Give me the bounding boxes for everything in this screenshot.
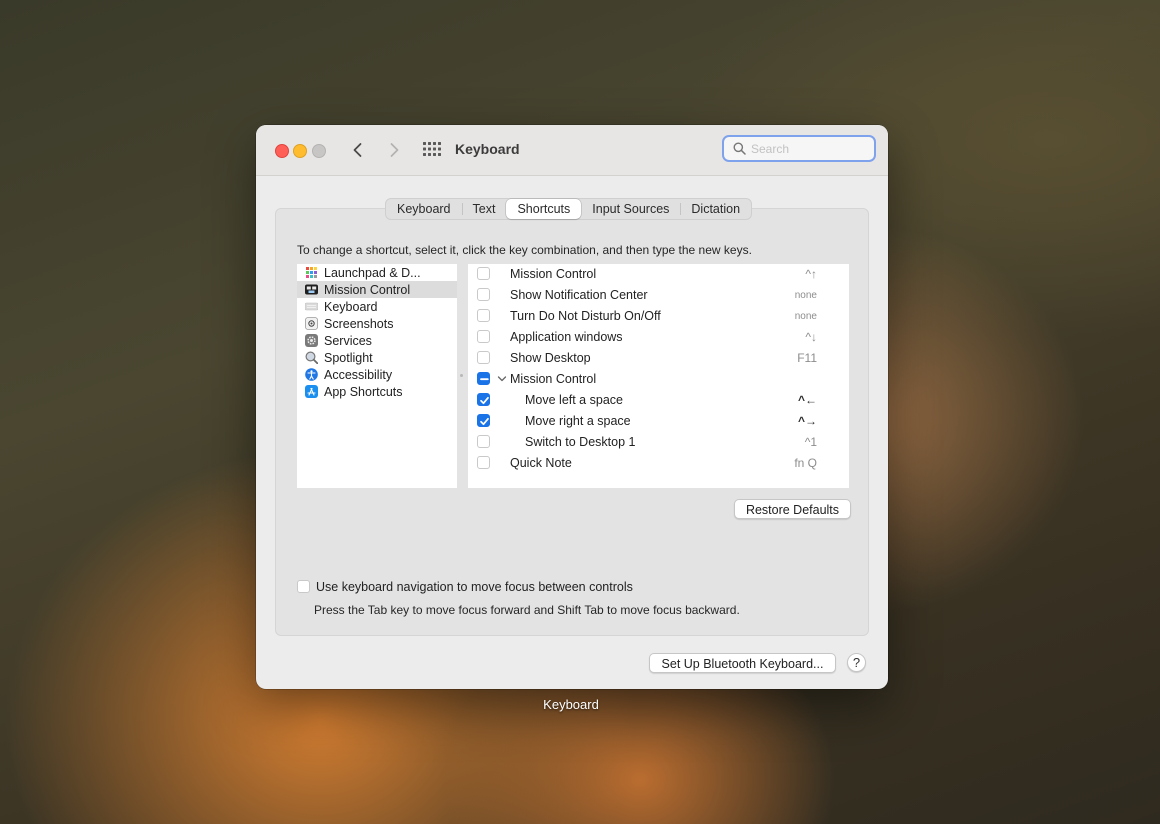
shortcut-key[interactable]: ^→: [798, 414, 817, 428]
tab-dictation[interactable]: Dictation: [680, 199, 751, 219]
search-icon: [733, 142, 746, 155]
accessibility-icon: [305, 368, 318, 381]
category-label: Services: [324, 333, 372, 348]
keyboard-navigation-checkbox[interactable]: [297, 580, 310, 593]
category-keyboard[interactable]: Keyboard: [297, 298, 457, 315]
shortcut-checkbox[interactable]: [477, 393, 490, 406]
keyboard-preferences-window: Keyboard Keyboard Text Shortcuts Input S…: [256, 125, 888, 689]
forward-button[interactable]: [383, 139, 405, 161]
shortcut-label: Mission Control: [510, 372, 597, 386]
keyboard-navigation-help: Press the Tab key to move focus forward …: [314, 603, 740, 617]
shortcut-checkbox[interactable]: [477, 435, 490, 448]
shortcut-label: Mission Control: [510, 267, 597, 281]
close-button[interactable]: [275, 144, 289, 158]
category-label: Spotlight: [324, 350, 373, 365]
minimize-button[interactable]: [293, 144, 307, 158]
category-mission-control[interactable]: Mission Control: [297, 281, 457, 298]
tab-keyboard[interactable]: Keyboard: [386, 199, 462, 219]
category-label: Keyboard: [324, 299, 378, 314]
tab-shortcuts[interactable]: Shortcuts: [506, 199, 582, 219]
zoom-button[interactable]: [312, 144, 326, 158]
shortcut-key[interactable]: ^←: [798, 393, 817, 407]
category-accessibility[interactable]: Accessibility: [297, 366, 457, 383]
shortcut-label: Turn Do Not Disturb On/Off: [510, 309, 661, 323]
shortcut-label: Move left a space: [525, 393, 623, 407]
category-label: Launchpad & D...: [324, 265, 421, 280]
group-checkbox[interactable]: [477, 372, 490, 385]
tab-bar: Keyboard Text Shortcuts Input Sources Di…: [385, 198, 753, 220]
shortcut-checkbox[interactable]: [477, 330, 490, 343]
category-label: Accessibility: [324, 367, 393, 382]
shortcut-label: Switch to Desktop 1: [525, 435, 636, 449]
gear-icon: [305, 334, 318, 347]
category-label: Screenshots: [324, 316, 394, 331]
shortcut-checkbox[interactable]: [477, 351, 490, 364]
show-all-grid-icon[interactable]: [422, 141, 442, 157]
shortcut-checkbox[interactable]: [477, 267, 490, 280]
category-label: App Shortcuts: [324, 384, 403, 399]
shortcut-label: Show Desktop: [510, 351, 591, 365]
shortcut-row[interactable]: Application windows ^↓: [468, 327, 849, 348]
keyboard-navigation-label[interactable]: Use keyboard navigation to move focus be…: [316, 580, 633, 594]
restore-defaults-button[interactable]: Restore Defaults: [734, 499, 851, 519]
tab-text[interactable]: Text: [461, 199, 507, 219]
keyboard-icon: [304, 300, 319, 313]
shortcut-row[interactable]: Move right a space ^→: [468, 411, 849, 432]
shortcut-label: Application windows: [510, 330, 623, 344]
shortcut-checkbox[interactable]: [477, 456, 490, 469]
launchpad-icon: [305, 266, 318, 279]
dock-app-label: Keyboard: [543, 697, 599, 712]
shortcut-checkbox[interactable]: [477, 309, 490, 322]
shortcut-label: Quick Note: [510, 456, 572, 470]
shortcut-row[interactable]: Show Desktop F11: [468, 348, 849, 369]
shortcut-row[interactable]: Quick Note fn Q: [468, 453, 849, 474]
shortcut-label: Move right a space: [525, 414, 631, 428]
shortcut-key[interactable]: ^↑: [805, 267, 817, 281]
shortcut-row[interactable]: Turn Do Not Disturb On/Off none: [468, 306, 849, 327]
shortcut-key[interactable]: fn Q: [794, 456, 817, 470]
search-input[interactable]: [751, 140, 871, 158]
shortcut-list: Mission Control ^↑ Show Notification Cen…: [468, 264, 849, 488]
shortcut-row[interactable]: Show Notification Center none: [468, 285, 849, 306]
shortcut-label: Show Notification Center: [510, 288, 648, 302]
app-store-icon: [305, 385, 318, 398]
shortcut-checkbox[interactable]: [477, 288, 490, 301]
disclosure-chevron-icon[interactable]: [497, 375, 507, 383]
screenshot-icon: [305, 317, 318, 330]
back-button[interactable]: [347, 139, 369, 161]
search-field[interactable]: [722, 135, 876, 162]
shortcut-row[interactable]: Switch to Desktop 1 ^1: [468, 432, 849, 453]
shortcut-key[interactable]: ^↓: [805, 330, 817, 344]
shortcut-row[interactable]: Mission Control ^↑: [468, 264, 849, 285]
titlebar: Keyboard: [256, 125, 888, 176]
window-title: Keyboard: [455, 141, 520, 157]
tab-input-sources[interactable]: Input Sources: [581, 199, 680, 219]
mission-control-icon: [305, 283, 318, 296]
category-list: Launchpad & D... Mission Control Keyboar…: [297, 264, 457, 488]
category-label: Mission Control: [324, 282, 411, 297]
shortcut-key[interactable]: none: [795, 311, 817, 322]
help-button[interactable]: ?: [847, 653, 866, 672]
category-services[interactable]: Services: [297, 332, 457, 349]
instructions-text: To change a shortcut, select it, click t…: [297, 243, 752, 257]
category-screenshots[interactable]: Screenshots: [297, 315, 457, 332]
category-launchpad[interactable]: Launchpad & D...: [297, 264, 457, 281]
shortcut-row[interactable]: Move left a space ^←: [468, 390, 849, 411]
shortcut-checkbox[interactable]: [477, 414, 490, 427]
shortcut-key[interactable]: F11: [797, 351, 817, 365]
category-app-shortcuts[interactable]: App Shortcuts: [297, 383, 457, 400]
shortcut-key[interactable]: none: [795, 290, 817, 301]
split-view-handle[interactable]: [460, 374, 463, 377]
setup-bluetooth-keyboard-button[interactable]: Set Up Bluetooth Keyboard...: [649, 653, 836, 673]
spotlight-icon: [305, 351, 319, 365]
category-spotlight[interactable]: Spotlight: [297, 349, 457, 366]
shortcut-key[interactable]: ^1: [805, 435, 817, 449]
shortcut-group-row[interactable]: Mission Control: [468, 369, 849, 390]
